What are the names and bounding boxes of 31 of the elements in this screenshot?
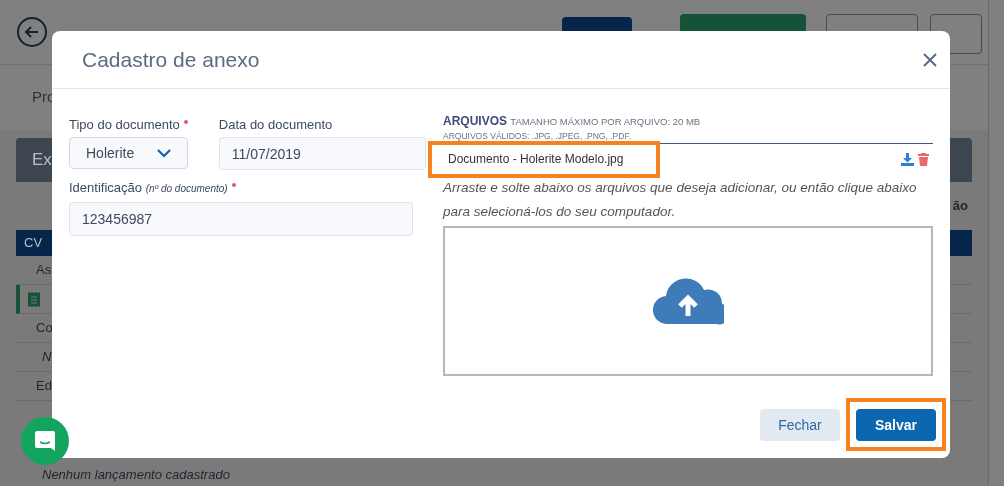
chevron-down-icon — [156, 148, 171, 158]
receipt-icon — [28, 291, 40, 307]
empty-message: Nenhum lançamento cadastrado — [42, 466, 230, 485]
valid-types-note: ARQUIVOS VÁLIDOS: .JPG, .JPEG, .PNG, .PDF. — [443, 130, 632, 142]
dialog-button[interactable]: Fechar — [760, 409, 840, 441]
document-type-dropdown[interactable]: Holerite — [69, 137, 188, 169]
drop-zone[interactable] — [443, 226, 933, 376]
field-label: Data do documento — [218, 116, 334, 134]
table-cell-text: Ed — [36, 377, 52, 396]
download-icon[interactable] — [901, 152, 914, 166]
file-name: Documento - Holerite Modelo.jpg — [447, 151, 624, 168]
trash-icon[interactable] — [918, 152, 929, 166]
table-cell-text: N — [42, 348, 52, 367]
drop-instructions: Arraste e solte abaixo os arquivos que deseja adicionar, ou então clique abaixo para selecioná-los do seu computador. — [443, 179, 918, 221]
modal-title: Cadastro de anexo — [82, 46, 260, 73]
column-header: ão — [952, 197, 968, 216]
close-icon[interactable] — [922, 51, 938, 68]
table-cell-text: Co — [36, 319, 53, 338]
card-title: Ex — [32, 149, 52, 172]
back-icon[interactable] — [16, 16, 48, 48]
dialog-button[interactable]: Salvar — [856, 409, 936, 441]
date-field[interactable]: 11/07/2019 — [218, 137, 426, 170]
field-label: Tipo do documento — [69, 116, 180, 135]
cloud-upload-icon — [652, 276, 724, 326]
header-cell-text: CV — [24, 234, 43, 253]
chat-button[interactable] — [21, 417, 69, 465]
table-cell-text: As — [36, 261, 52, 280]
field-label: Identificação (nº do documento) — [69, 179, 228, 198]
files-title: ARQUIVOS TAMANHO MÁXIMO POR ARQUIVO: 20 MB — [443, 113, 702, 130]
identification-field[interactable]: 123456987 — [69, 202, 413, 236]
chat-icon — [34, 430, 56, 452]
